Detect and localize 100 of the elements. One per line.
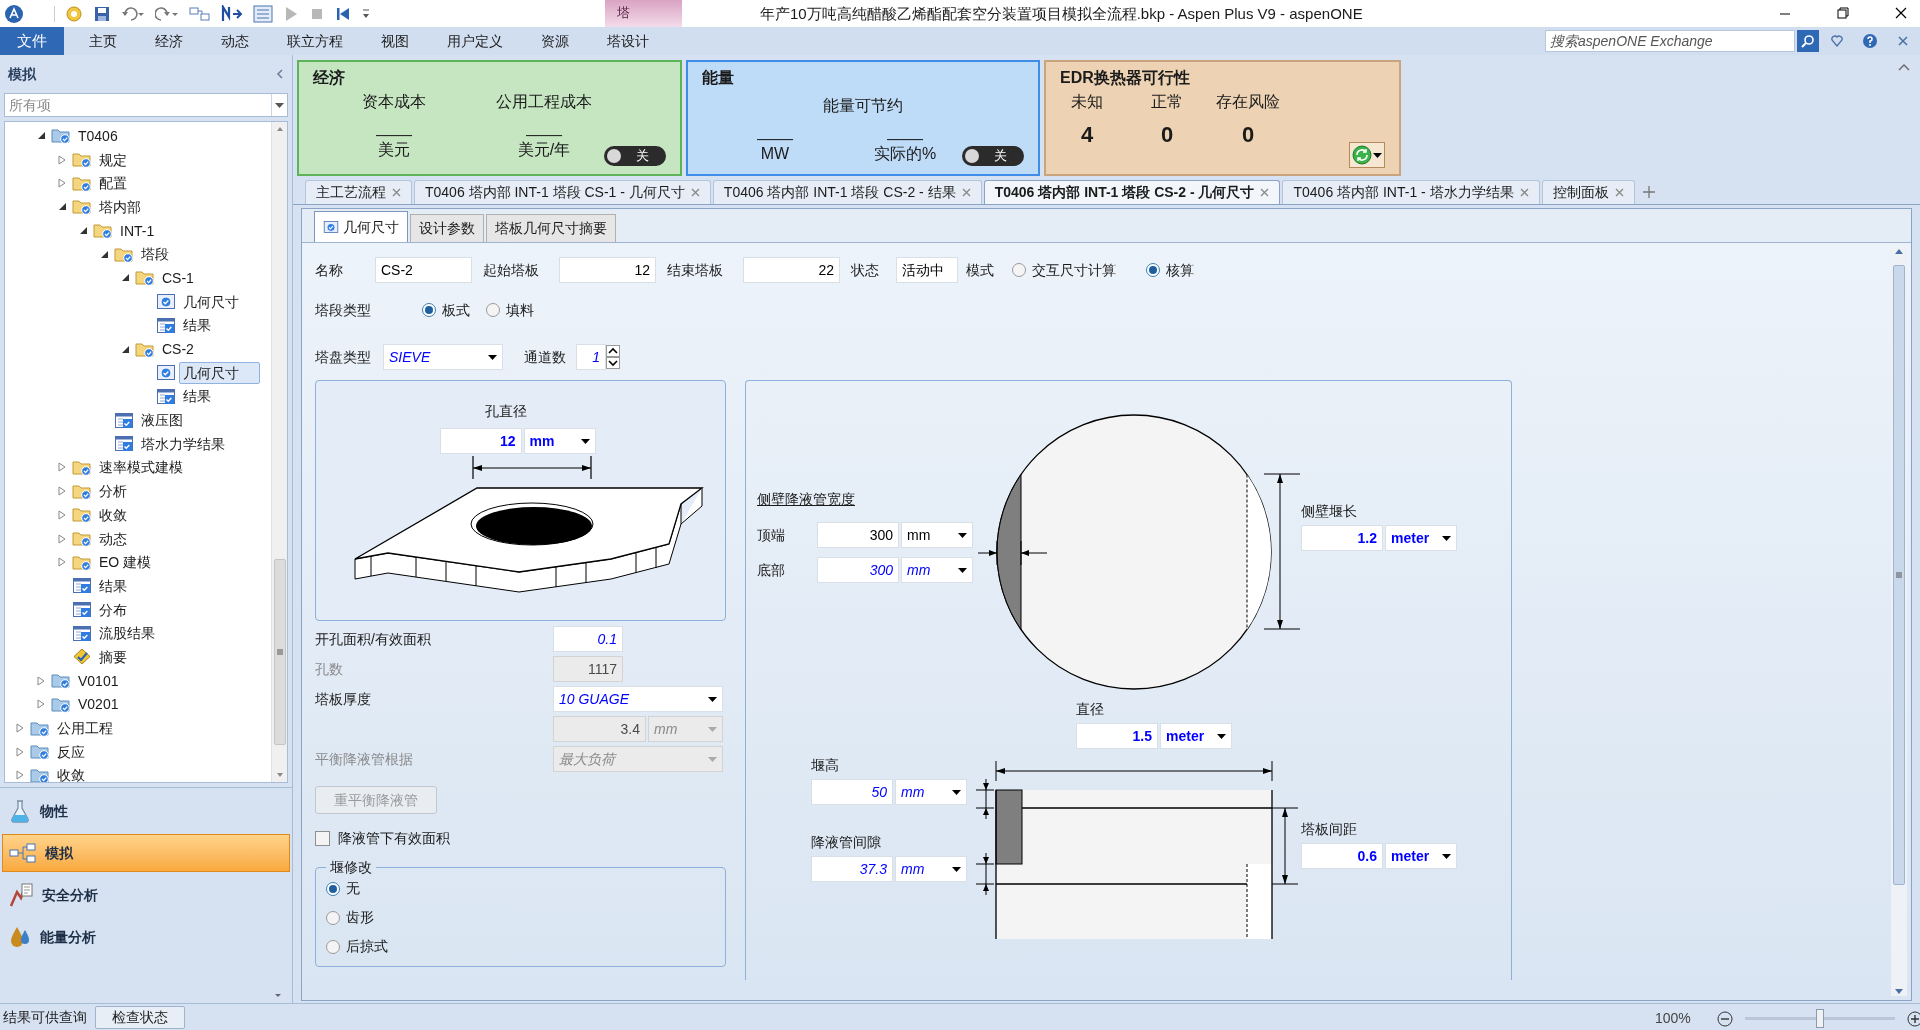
unit-dropdown[interactable]: mm (901, 557, 973, 583)
context-tab-group[interactable]: 塔 (605, 0, 682, 27)
run-icon[interactable] (283, 4, 299, 23)
input-field[interactable]: 12 (559, 257, 656, 283)
nav-button[interactable]: 模拟 (2, 834, 290, 872)
ribbon-tab[interactable]: 视图 (362, 27, 428, 55)
input-field[interactable]: 0.6 (1301, 843, 1383, 869)
document-tab[interactable]: T0406 塔内部 INT-1 塔段 CS-1 - 几何尺寸 (414, 180, 711, 204)
tree-item[interactable]: 规定 (95, 148, 131, 171)
tree-item[interactable]: 塔内部 (95, 195, 145, 218)
radio-button[interactable] (422, 303, 436, 317)
input-field[interactable]: 1.2 (1301, 525, 1383, 551)
redo-icon[interactable] (155, 5, 179, 22)
tree-item[interactable]: 塔水力学结果 (137, 432, 229, 455)
collapsed-arrow-icon[interactable] (16, 723, 24, 734)
search-icon[interactable] (1801, 34, 1815, 48)
collapsed-arrow-icon[interactable] (58, 486, 66, 497)
input-field[interactable]: 300 (817, 557, 899, 583)
new-tab-icon[interactable] (1642, 186, 1655, 198)
tree-item[interactable]: 塔段 (137, 243, 173, 266)
unit-dropdown[interactable]: mm (895, 856, 967, 882)
tree-item[interactable]: CS-1 (158, 266, 198, 289)
collapsed-arrow-icon[interactable] (16, 746, 24, 757)
input-field[interactable]: CS-2 (375, 257, 472, 283)
zoom-in-icon[interactable] (1906, 1010, 1920, 1027)
close-tab-icon[interactable] (690, 188, 700, 197)
scrollbar-thumb[interactable] (1893, 265, 1905, 885)
number-field[interactable]: 1 (576, 344, 606, 370)
search-field[interactable]: 搜索aspenONE Exchange (1545, 30, 1795, 52)
expanded-arrow-icon[interactable] (36, 131, 46, 141)
check-status-button[interactable]: 检查状态 (95, 1005, 185, 1029)
document-tab[interactable]: 主工艺流程 (305, 180, 412, 204)
unit-dropdown[interactable]: mm (901, 522, 973, 548)
help-icon[interactable] (1862, 33, 1878, 49)
document-tab[interactable]: T0406 塔内部 INT-1 - 塔水力学结果 (1282, 180, 1540, 204)
tree-item[interactable]: CS-2 (158, 338, 198, 361)
tree-item[interactable]: 公用工程 (53, 717, 117, 740)
ribbon-tab[interactable]: 用户定义 (428, 27, 522, 55)
input-field[interactable]: 1.5 (1076, 723, 1158, 749)
status-field[interactable]: 活动中 (896, 257, 958, 283)
expanded-arrow-icon[interactable] (57, 202, 67, 212)
collapsed-arrow-icon[interactable] (58, 178, 66, 189)
zoom-out-icon[interactable] (1716, 1010, 1733, 1027)
form-tab[interactable]: 几何尺寸 (314, 211, 408, 242)
tree-item[interactable]: INT-1 (116, 219, 159, 242)
radio-button[interactable] (326, 881, 340, 896)
tree-item[interactable]: 结果 (179, 314, 215, 337)
spinner-arrows-icon[interactable] (606, 345, 620, 369)
tree-item[interactable]: 收敛 (53, 764, 89, 782)
tree-item[interactable]: 收敛 (95, 503, 131, 526)
radio-button[interactable] (1012, 263, 1026, 277)
ribbon-tab[interactable]: 主页 (70, 27, 136, 55)
collapsed-arrow-icon[interactable] (58, 557, 66, 568)
tree-item[interactable]: 流股结果 (95, 622, 159, 645)
tree-item[interactable]: V0201 (74, 693, 123, 716)
tree-item[interactable]: 动态 (95, 527, 131, 550)
close-tab-icon[interactable] (961, 188, 971, 197)
tree-item[interactable]: 分析 (95, 480, 131, 503)
dropdown[interactable]: SIEVE (383, 344, 503, 370)
undo-icon[interactable] (121, 5, 145, 22)
collapsed-arrow-icon[interactable] (58, 154, 66, 165)
tree-item[interactable]: 几何尺寸 (179, 361, 260, 384)
nav-button[interactable]: 安全分析 (2, 876, 290, 914)
radio-button[interactable] (326, 939, 340, 954)
scroll-down-icon[interactable] (1894, 986, 1904, 996)
nav-button[interactable]: 能量分析 (2, 918, 290, 956)
tree-item[interactable]: 分布 (95, 598, 131, 621)
checkbox[interactable] (315, 831, 330, 846)
collapsed-arrow-icon[interactable] (37, 675, 45, 686)
collapse-icon[interactable] (276, 69, 284, 79)
input-field[interactable]: 37.3 (811, 856, 893, 882)
collapsed-arrow-icon[interactable] (58, 462, 66, 473)
unit-dropdown[interactable]: meter (1385, 843, 1457, 869)
tree-item[interactable]: 几何尺寸 (179, 290, 243, 313)
unit-dropdown[interactable]: meter (1385, 525, 1457, 551)
ribbon-tab[interactable]: 资源 (522, 27, 588, 55)
toggle-switch[interactable]: 关 (604, 146, 666, 166)
zoom-slider-thumb[interactable] (1815, 1009, 1824, 1028)
nav-button[interactable]: 物性 (2, 792, 290, 830)
radio-button[interactable] (1146, 263, 1160, 277)
expanded-arrow-icon[interactable] (78, 226, 88, 236)
tree-item[interactable]: T0406 (74, 124, 122, 147)
input-field[interactable]: 50 (811, 779, 893, 805)
heart-icon[interactable] (1830, 34, 1844, 48)
save-icon[interactable] (93, 4, 111, 23)
input-field[interactable]: 12 (439, 428, 522, 454)
close-tab-icon[interactable] (392, 188, 401, 197)
unit-dropdown[interactable]: meter (1160, 723, 1232, 749)
tree-item[interactable]: 液压图 (137, 409, 187, 432)
ribbon-tab[interactable]: 联立方程 (268, 27, 362, 55)
collapsed-arrow-icon[interactable] (37, 699, 45, 710)
collapsed-arrow-icon[interactable] (58, 509, 66, 520)
ribbon-tab[interactable]: 动态 (202, 27, 268, 55)
more-caret-icon[interactable] (274, 993, 282, 999)
document-tab[interactable]: 控制面板 (1541, 180, 1635, 204)
tree-item[interactable]: 速率模式建模 (95, 456, 187, 479)
input-field[interactable]: 22 (743, 257, 840, 283)
radio-button[interactable] (326, 910, 340, 925)
table-icon[interactable] (253, 4, 273, 23)
tree-item[interactable]: 配置 (95, 172, 131, 195)
